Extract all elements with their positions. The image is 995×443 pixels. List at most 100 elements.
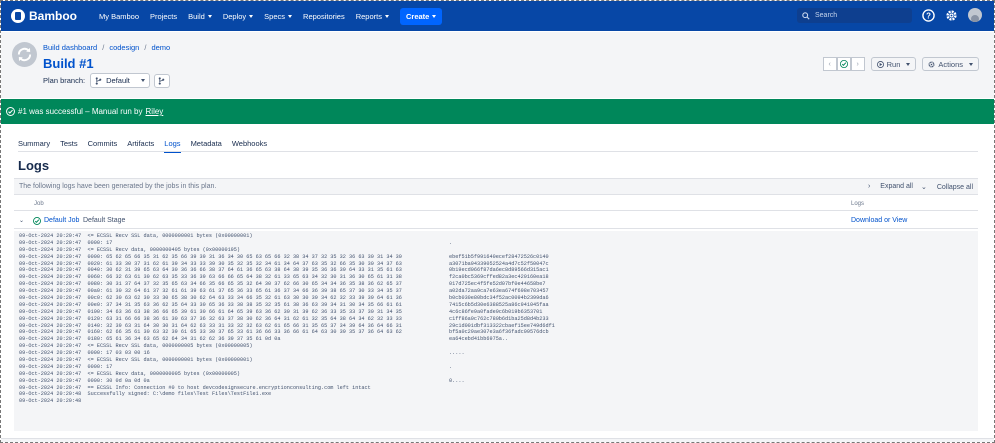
nav-deploy[interactable]: Deploy — [222, 11, 254, 21]
breadcrumb-build-dashboard[interactable]: Build dashboard — [43, 43, 97, 52]
expand-all-link[interactable]: › Expand all — [868, 183, 913, 191]
log-ascii: a3071ba94339052524a4d7c52f50047c — [449, 260, 549, 267]
log-text: 09-Oct-2024 20:20:47 == ECSSL Info: Conn… — [19, 384, 371, 391]
log-text: 09-Oct-2024 20:20:48 Successfully signed… — [19, 391, 272, 398]
chevron-down-icon — [432, 14, 437, 18]
gear-icon — [928, 60, 935, 68]
previous-build-button[interactable]: ‹ — [822, 57, 837, 71]
nav-label: My Bamboo — [99, 11, 140, 21]
log-ascii: bf5a0c29ae307e3a6f36fadc09576dcb — [449, 329, 549, 336]
log-output[interactable]: 09-Oct-2024 20:20:47 <= ECSSL Recv SSL d… — [14, 231, 978, 431]
log-text: 09-Oct-2024 20:20:47 0080: 30 31 37 64 3… — [19, 281, 402, 288]
browser-frame: Bamboo My Bamboo Projects Build Deploy S… — [0, 0, 995, 443]
log-line: 09-Oct-2024 20:20:47 0000: 17 03 03 00 1… — [19, 350, 973, 357]
collapse-all-link[interactable]: ⌄ Collapse all — [921, 183, 973, 191]
logs-table-header: Job Logs — [14, 198, 978, 211]
breadcrumb-demo[interactable]: demo — [151, 43, 170, 52]
log-line: 09-Oct-2024 20:20:47 0000: 30 0d 0a 0d 0… — [19, 378, 973, 385]
bamboo-logo[interactable]: Bamboo — [11, 9, 77, 23]
nav-reports[interactable]: Reports — [356, 12, 389, 21]
log-text: 09-Oct-2024 20:20:47 00c0: 62 30 63 62 3… — [19, 295, 402, 302]
help-icon[interactable]: ? — [922, 8, 935, 22]
log-line: 09-Oct-2024 20:20:47 00c0: 62 30 63 62 3… — [19, 295, 973, 302]
log-text: 09-Oct-2024 20:20:47 0120: 63 31 66 66 3… — [19, 315, 402, 322]
job-stage: Default Stage — [83, 217, 126, 224]
nav-repositories[interactable]: Repositories — [303, 12, 345, 21]
log-line: 09-Oct-2024 20:20:47 <= ECSSL Recv SSL d… — [19, 357, 973, 364]
log-text: 09-Oct-2024 20:20:47 0140: 32 39 63 31 6… — [19, 322, 402, 329]
build-header: Build dashboard / codesign / demo Build … — [1, 32, 994, 98]
bamboo-logo-icon — [11, 9, 25, 23]
current-build-status[interactable] — [836, 57, 851, 71]
log-text: 09-Oct-2024 20:20:47 <= ECSSL Recv SSL d… — [19, 357, 253, 364]
chevron-down-icon — [288, 14, 293, 18]
log-text: 09-Oct-2024 20:20:47 00a0: 61 30 32 64 6… — [19, 288, 402, 295]
log-text: 09-Oct-2024 20:20:47 <= ECSSL Recv SSL d… — [19, 233, 253, 239]
log-line: 09-Oct-2024 20:20:48 Successfully signed… — [19, 391, 973, 398]
log-line: 09-Oct-2024 20:20:47 0080: 30 31 37 64 3… — [19, 281, 973, 288]
logs-heading: Logs — [18, 158, 50, 173]
next-build-button[interactable]: › — [850, 57, 865, 71]
success-icon — [6, 107, 15, 116]
branch-actions-button[interactable] — [153, 73, 170, 88]
breadcrumb-codesign[interactable]: codesign — [109, 43, 139, 52]
job-name-link[interactable]: Default Job — [44, 217, 79, 224]
chevron-down-icon[interactable]: ⌄ — [19, 217, 24, 224]
log-line: 09-Oct-2024 20:20:47 0180: 65 61 36 34 6… — [19, 336, 973, 343]
app-name: Bamboo — [29, 9, 77, 23]
chevron-down-icon — [969, 62, 973, 66]
breadcrumb-separator: / — [144, 43, 147, 52]
log-ascii: ebef51b5f991640ecef28472526c0140 — [449, 253, 549, 260]
log-line: 09-Oct-2024 20:20:47 0040: 30 62 31 39 6… — [19, 267, 973, 274]
log-line: 09-Oct-2024 20:20:47 <= ECSSL Recv SSL d… — [19, 343, 973, 350]
log-text: 09-Oct-2024 20:20:47 <= ECSSL Recv SSL d… — [19, 343, 253, 350]
log-line: 09-Oct-2024 20:20:47 0100: 34 63 36 63 3… — [19, 309, 973, 316]
chevron-down-icon — [140, 79, 145, 82]
nav-label: Projects — [150, 11, 178, 21]
nav-label: Repositories — [303, 11, 345, 21]
nav-projects[interactable]: Projects — [150, 12, 177, 21]
download-log-link[interactable]: Download or View — [851, 217, 907, 224]
nav-label: Deploy — [222, 11, 247, 21]
top-navigation: Bamboo My Bamboo Projects Build Deploy S… — [1, 1, 994, 31]
log-text: 09-Oct-2024 20:20:47 <= ECSSL Recv data,… — [19, 370, 241, 377]
log-ascii: 0b19ecd066f87da6ec8d89566d315ac1 — [449, 267, 549, 274]
nav-specs[interactable]: Specs — [264, 11, 293, 21]
run-label: Run — [886, 59, 901, 69]
run-button[interactable]: Run — [870, 57, 917, 71]
log-text: 09-Oct-2024 20:20:48 — [19, 398, 82, 405]
create-button[interactable]: Create — [399, 7, 443, 25]
triggered-by-user-link[interactable]: Riley — [146, 107, 164, 116]
search-icon — [802, 11, 810, 20]
breadcrumb: Build dashboard / codesign / demo — [43, 43, 170, 52]
plan-branch-select[interactable]: Default — [90, 73, 150, 88]
log-text: 09-Oct-2024 20:20:47 0000: 65 62 65 66 3… — [19, 253, 402, 260]
log-line: 09-Oct-2024 20:20:47 0020: 61 33 30 37 3… — [19, 261, 973, 268]
log-ascii: 4c6c86fe9a0fade9c6b019b6353701 — [449, 308, 543, 315]
plan-branch-value: Default — [106, 76, 130, 85]
nav-build[interactable]: Build — [188, 12, 212, 21]
gear-icon[interactable] — [945, 9, 958, 22]
nav-my-bamboo[interactable]: My Bamboo — [99, 12, 139, 21]
page-title: Build #1 — [43, 56, 94, 71]
job-row: ⌄ Default Job Default Stage Download or … — [14, 214, 978, 229]
nav-label: Specs — [264, 11, 286, 21]
log-text: 09-Oct-2024 20:20:47 0020: 61 33 30 37 3… — [19, 260, 402, 267]
nav-label: Reports — [355, 11, 382, 21]
log-line: 09-Oct-2024 20:20:47 0000: 17. — [19, 240, 973, 247]
avatar[interactable] — [968, 8, 982, 22]
log-ascii: 0.... — [449, 377, 465, 384]
collapse-all-label: Collapse all — [936, 183, 973, 191]
log-ascii: 017d725ec4f5fe52d07bf0e44658be7 — [449, 281, 546, 288]
log-line: 09-Oct-2024 20:20:47 <= ECSSL Recv data,… — [19, 371, 973, 378]
log-line: 09-Oct-2024 20:20:47 0000: 17. — [19, 364, 973, 371]
play-icon — [876, 60, 884, 68]
log-line: 09-Oct-2024 20:20:47 0060: 66 32 63 61 3… — [19, 274, 973, 281]
log-text: 09-Oct-2024 20:20:47 0160: 62 66 35 61 3… — [19, 329, 402, 336]
actions-button[interactable]: Actions — [922, 57, 979, 71]
logs-info-text: The following logs have been generated b… — [19, 183, 217, 190]
search-input[interactable]: Search — [797, 8, 912, 23]
log-text: 09-Oct-2024 20:20:47 00e0: 37 34 31 35 6… — [19, 301, 402, 308]
log-text: 09-Oct-2024 20:20:47 0000: 30 0d 0a 0d 0… — [19, 377, 150, 384]
log-line: 09-Oct-2024 20:20:47 0140: 32 39 63 31 6… — [19, 323, 973, 330]
